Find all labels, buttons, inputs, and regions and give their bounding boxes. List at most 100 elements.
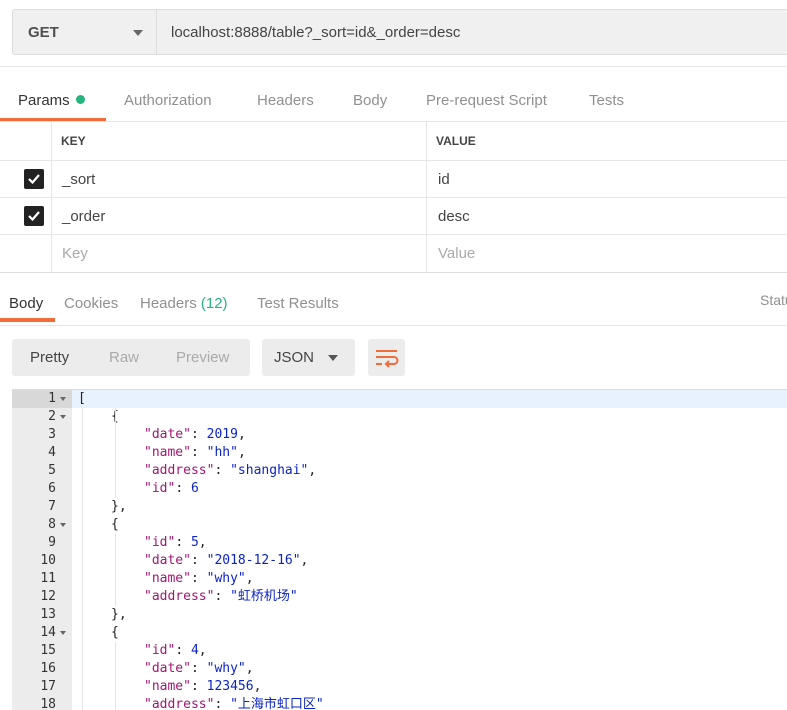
chevron-down-icon bbox=[133, 30, 143, 36]
param-value[interactable]: id bbox=[438, 171, 450, 188]
json-value: "虹桥机场" bbox=[230, 589, 298, 604]
json-value: 6 bbox=[190, 481, 199, 496]
checkbox-icon[interactable] bbox=[24, 206, 44, 226]
json-value: "why" bbox=[206, 661, 246, 676]
tab-headers[interactable]: Headers bbox=[257, 92, 314, 109]
response-toolbar: Pretty Raw Preview JSON bbox=[0, 325, 787, 389]
code-line: "address": "虹桥机场" bbox=[144, 589, 298, 604]
line-number: 9 bbox=[48, 535, 56, 550]
param-key-cell[interactable]: _order bbox=[51, 198, 427, 234]
request-tabs: Params Authorization Headers Body Pre-re… bbox=[0, 66, 787, 122]
line-number: 12 bbox=[40, 589, 56, 604]
line-number: 11 bbox=[40, 571, 56, 586]
format-select[interactable]: JSON bbox=[262, 339, 355, 376]
code-line: "address": "上海市虹口区" bbox=[144, 697, 324, 710]
response-tabs: Body Cookies Headers (12) Test Results S… bbox=[0, 273, 787, 325]
key-placeholder: Key bbox=[62, 245, 88, 262]
json-key: "date" bbox=[144, 427, 191, 442]
line-number: 6 bbox=[48, 481, 56, 496]
json-key: "name" bbox=[144, 679, 191, 694]
json-key: "address" bbox=[144, 697, 215, 710]
code-line: { bbox=[111, 625, 119, 640]
key-header-cell: KEY bbox=[51, 121, 427, 160]
view-mode-group: Pretty Raw Preview bbox=[12, 339, 250, 376]
value-placeholder[interactable]: Value bbox=[438, 245, 475, 262]
line-number: 2 bbox=[48, 409, 56, 424]
json-value: 5 bbox=[190, 535, 199, 550]
checkbox-icon[interactable] bbox=[24, 169, 44, 189]
line-number: 18 bbox=[40, 697, 56, 710]
line-number: 13 bbox=[40, 607, 56, 622]
value-header: VALUE bbox=[436, 134, 476, 148]
url-input[interactable]: localhost:8888/table?_sort=id&_order=des… bbox=[157, 9, 787, 55]
json-value: "2018-12-16" bbox=[206, 553, 301, 568]
format-label: JSON bbox=[274, 349, 315, 366]
fold-toggle-icon[interactable] bbox=[60, 631, 66, 635]
code-line: }, bbox=[111, 499, 127, 514]
param-key-cell[interactable]: _sort bbox=[51, 161, 427, 197]
tab-cookies[interactable]: Cookies bbox=[64, 295, 118, 312]
param-value[interactable]: desc bbox=[438, 208, 470, 225]
method-label: GET bbox=[28, 24, 59, 41]
param-row: _order desc bbox=[0, 198, 787, 235]
json-value: 2019 bbox=[206, 427, 238, 442]
status-label: Status bbox=[760, 292, 787, 308]
tab-test-results[interactable]: Test Results bbox=[257, 295, 339, 312]
method-select[interactable]: GET bbox=[12, 9, 157, 55]
preview-button[interactable]: Preview bbox=[176, 349, 229, 366]
pretty-button[interactable]: Pretty bbox=[30, 349, 69, 366]
tab-response-headers-label: Headers bbox=[140, 295, 197, 312]
raw-button[interactable]: Raw bbox=[109, 349, 139, 366]
json-key: "id" bbox=[144, 643, 176, 658]
fold-toggle-icon[interactable] bbox=[60, 397, 66, 401]
json-value: "shanghai" bbox=[230, 463, 309, 478]
headers-count: (12) bbox=[200, 295, 228, 312]
params-table: KEY VALUE _sort id _order desc Key Value bbox=[0, 121, 787, 273]
code-line: "id": 5, bbox=[144, 535, 207, 550]
line-number: 7 bbox=[48, 499, 56, 514]
code-line: "name": 123456, bbox=[144, 679, 262, 694]
code-line: [ bbox=[78, 391, 86, 406]
json-value: "hh" bbox=[206, 445, 238, 460]
chevron-down-icon bbox=[328, 355, 338, 361]
json-key: "id" bbox=[144, 535, 176, 550]
json-key: "name" bbox=[144, 571, 191, 586]
response-body-editor[interactable]: 1 [2 {3 "date": 2019, 4 "name": "hh", 5 "addres… bbox=[12, 389, 787, 710]
line-number: 14 bbox=[40, 625, 56, 640]
wrap-lines-icon bbox=[376, 350, 399, 368]
wrap-lines-button[interactable] bbox=[368, 339, 405, 376]
json-key: "name" bbox=[144, 445, 191, 460]
tab-authorization[interactable]: Authorization bbox=[124, 92, 212, 109]
fold-toggle-icon[interactable] bbox=[60, 415, 66, 419]
param-key-cell[interactable]: Key bbox=[51, 235, 427, 272]
request-bar: GET localhost:8888/table?_sort=id&_order… bbox=[0, 0, 787, 66]
tab-tests[interactable]: Tests bbox=[589, 92, 624, 109]
json-key: "id" bbox=[144, 481, 176, 496]
param-row-new: Key Value bbox=[0, 235, 787, 272]
line-number: 15 bbox=[40, 643, 56, 658]
tab-params[interactable]: Params bbox=[18, 92, 85, 109]
json-key: "date" bbox=[144, 661, 191, 676]
code-line: { bbox=[111, 517, 119, 532]
tab-response-headers[interactable]: Headers (12) bbox=[140, 295, 228, 312]
code-line: "date": "why", bbox=[144, 661, 254, 676]
code-line: "name": "hh", bbox=[144, 445, 246, 460]
json-value: 123456 bbox=[206, 679, 254, 694]
params-header-row: KEY VALUE bbox=[0, 121, 787, 161]
code-line: "address": "shanghai", bbox=[144, 463, 317, 478]
json-key: "date" bbox=[144, 553, 191, 568]
line-number: 5 bbox=[48, 463, 56, 478]
fold-toggle-icon[interactable] bbox=[60, 523, 66, 527]
tab-body[interactable]: Body bbox=[353, 92, 387, 109]
code-line: "date": 2019, bbox=[144, 427, 246, 442]
indent-guide bbox=[82, 408, 83, 710]
indent-guide bbox=[115, 408, 116, 498]
code-line: "name": "why", bbox=[144, 571, 254, 586]
tab-pre-request-script[interactable]: Pre-request Script bbox=[426, 92, 547, 109]
json-key: "address" bbox=[144, 589, 215, 604]
line-number: 3 bbox=[48, 427, 56, 442]
code-line: "id": 6 bbox=[144, 481, 199, 496]
tab-response-body[interactable]: Body bbox=[9, 295, 43, 312]
json-key: "address" bbox=[144, 463, 215, 478]
line-number: 17 bbox=[40, 679, 56, 694]
